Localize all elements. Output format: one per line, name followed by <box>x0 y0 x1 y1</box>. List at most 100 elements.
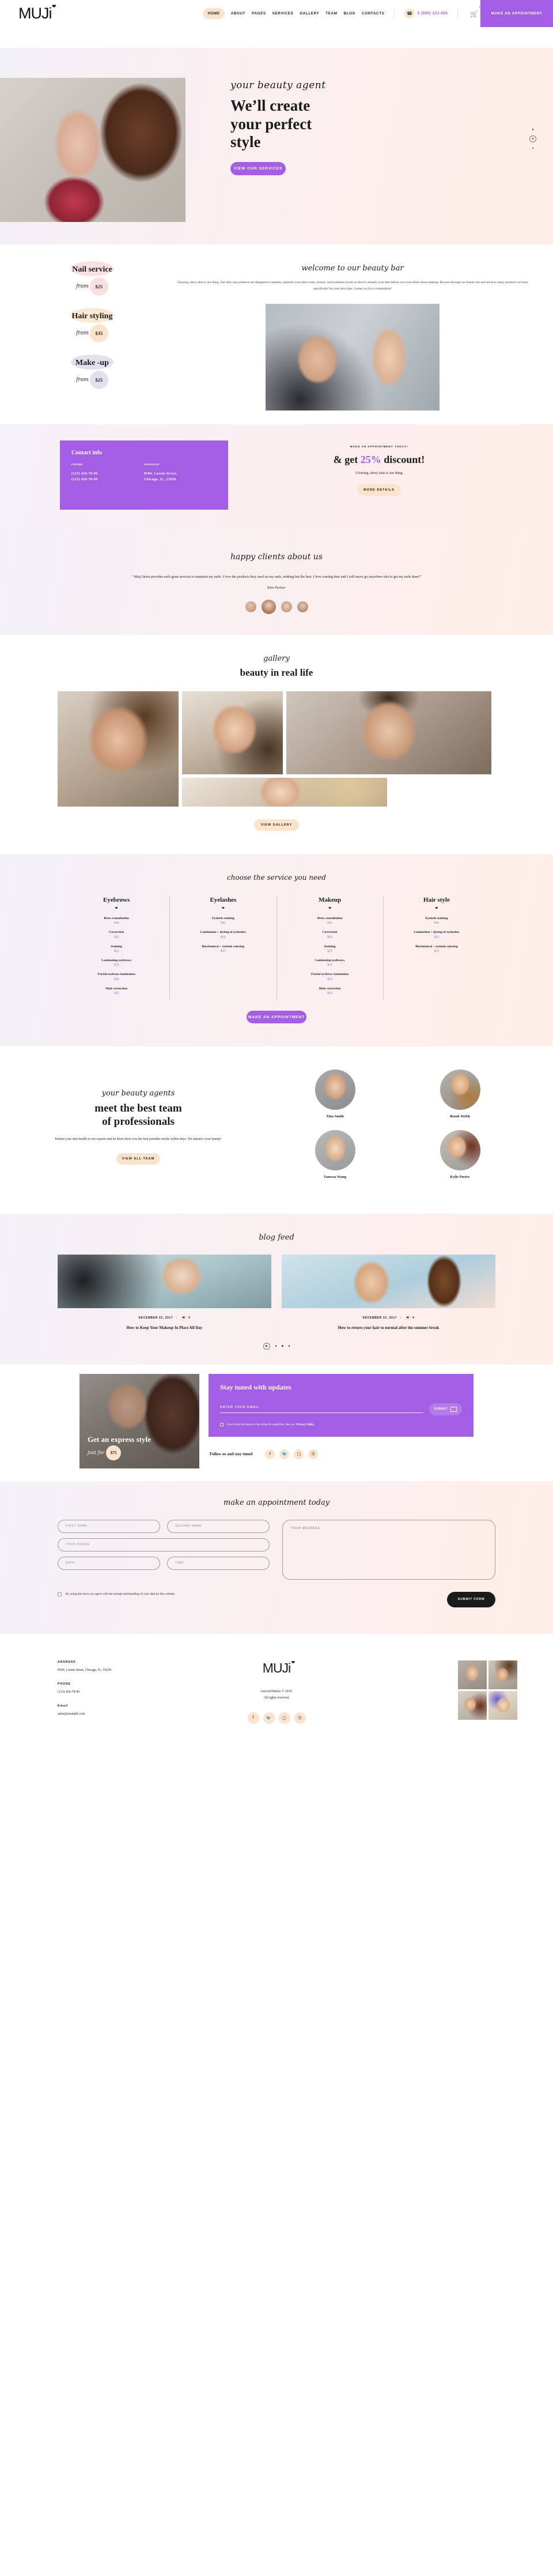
blog-dot-3[interactable] <box>282 1345 283 1347</box>
team-member[interactable]: Brook Welsh <box>402 1069 518 1127</box>
discount-cta-button[interactable]: MORE DETAILS <box>357 484 401 496</box>
footer-phone-value[interactable]: (123) 456-78-90 <box>58 1690 196 1694</box>
subscribe-row: SUBMIT <box>220 1403 462 1415</box>
service-row-price: $50 <box>113 977 119 981</box>
facebook-icon[interactable]: f <box>265 1449 275 1459</box>
nav-item-team[interactable]: TEAM <box>325 12 337 16</box>
privacy-policy-link[interactable]: Privacy Policy <box>296 1423 315 1426</box>
nav-item-contacts[interactable]: CONTACTS <box>362 12 384 16</box>
header-phone[interactable]: ☎ 0 (800) 123-456 <box>404 9 448 18</box>
hero-dot-2-active[interactable] <box>529 135 536 142</box>
blog-post[interactable]: DECEMBER 22, 2017 | ❤ 4 How to return you… <box>282 1255 495 1331</box>
hero-dot-3[interactable] <box>532 147 534 149</box>
form-row-datetime <box>58 1556 270 1570</box>
team-cta-button[interactable]: VIEW ALL TEAM <box>116 1153 160 1165</box>
site-logo[interactable]: MUJi ❤ <box>18 3 56 22</box>
contact-discount-section: Contact info PHONE (123) 456-78-90 (123)… <box>0 424 553 529</box>
subscribe-submit-button[interactable]: SUBMIT <box>429 1403 462 1415</box>
blog-dot-1-active[interactable] <box>263 1342 270 1350</box>
avatar-3[interactable] <box>281 601 292 612</box>
first-name-input[interactable] <box>58 1519 160 1533</box>
price-row-makeup: from $25 <box>12 371 173 389</box>
gallery-image-2[interactable] <box>182 691 283 774</box>
team-member[interactable]: Vanessa Wang <box>276 1130 393 1187</box>
nav-item-gallery[interactable]: GALLERY <box>300 12 319 16</box>
price-name-makeup: Make -up <box>75 359 109 367</box>
service-row-price: free <box>113 921 119 925</box>
blog-post-likes[interactable]: ❤ 0 <box>181 1315 190 1321</box>
nav-item-home[interactable]: HOME <box>203 8 225 19</box>
contact-phone-2[interactable]: (123) 456-78-90 <box>71 477 144 483</box>
blog-post-title[interactable]: How to Keep Your Makeup In Place All Day <box>58 1325 271 1331</box>
blog-post-like-count: 0 <box>188 1316 191 1320</box>
form-consent-checkbox[interactable] <box>58 1592 62 1596</box>
pinterest-icon[interactable]: Ⓥ <box>308 1449 319 1459</box>
subscribe-title: Stay tuned with updates <box>220 1383 291 1391</box>
service-column-makeup: Makeup ❤ Brow consultation free Correctio… <box>277 896 384 1001</box>
team-member-name: Kylie Porter <box>450 1175 470 1180</box>
blog-dot-4[interactable] <box>288 1345 290 1347</box>
footer-email-value[interactable]: sales@example.com <box>58 1712 196 1716</box>
hero-cta-button[interactable]: VIEW OUR SERVICES <box>230 161 286 175</box>
instagram-icon[interactable]: ▢ <box>278 1712 290 1724</box>
contact-address-1: 8500, Lorem Street, <box>144 472 178 476</box>
subscribe-terms-checkbox[interactable] <box>220 1422 224 1426</box>
gallery-image-3[interactable] <box>286 691 491 774</box>
blog-post-likes[interactable]: ❤ 4 <box>405 1315 414 1321</box>
footer-instagram-image-2[interactable] <box>488 1660 517 1689</box>
service-row: Eyelash staining free <box>177 916 269 925</box>
header-appointment-button[interactable]: MAKE AN APPOINTMENT <box>480 0 553 27</box>
footer-instagram-image-4[interactable] <box>488 1690 517 1720</box>
nav-item-services[interactable]: SERVICES <box>272 12 294 16</box>
service-row-name: Staining <box>111 944 123 948</box>
avatar-1[interactable] <box>245 601 256 612</box>
gallery-section: gallery beauty in real life VIEW GALLERY <box>0 634 553 854</box>
service-row: Staining $25 <box>70 944 162 953</box>
footer-socials: f 🐦 ▢ Ⓥ <box>196 1712 357 1724</box>
gallery-image-4[interactable] <box>182 777 387 807</box>
avatar-4[interactable] <box>297 601 308 612</box>
second-name-input[interactable] <box>167 1519 270 1533</box>
footer-instagram-image-1[interactable] <box>458 1660 487 1689</box>
team-intro: your beauty agents meet the best team of… <box>0 1069 276 1187</box>
gallery-cta-button[interactable]: VIEW GALLERY <box>254 819 299 831</box>
service-row-name: Correction <box>322 931 338 935</box>
nav-item-about[interactable]: ABOUT <box>231 12 245 16</box>
nav-item-blog[interactable]: BLOG <box>344 12 356 16</box>
hero-dot-1[interactable] <box>532 129 534 130</box>
pinterest-icon[interactable]: Ⓥ <box>294 1712 306 1724</box>
gallery-image-1[interactable] <box>58 691 179 807</box>
testimonial-author: Kim Parker <box>267 586 286 590</box>
service-table-script-heading: choose the service you need <box>227 873 326 882</box>
footer-instagram-image-3[interactable] <box>458 1690 487 1720</box>
testimonial-script-heading: happy clients about us <box>230 552 323 562</box>
twitter-icon[interactable]: 🐦 <box>279 1449 290 1459</box>
team-member[interactable]: Kylie Porter <box>402 1130 518 1187</box>
promo-card[interactable]: Get an express style just for $75 <box>79 1373 199 1468</box>
phone-icon: ☎ <box>404 9 415 18</box>
team-member[interactable]: Tina Smith <box>276 1069 393 1127</box>
submit-form-button[interactable]: SUBMIT FORM <box>447 1591 495 1607</box>
service-row-name: Biochemical + eyelash coloring <box>415 944 458 948</box>
blog-post-title[interactable]: How to return your hair to normal after … <box>282 1325 495 1331</box>
instagram-icon[interactable]: ▢ <box>294 1449 304 1459</box>
time-input[interactable] <box>167 1556 270 1570</box>
contact-phone-1[interactable]: (123) 456-78-90 <box>71 471 144 477</box>
blog-post[interactable]: DECEMBER 22, 2017 | ❤ 0 How to Keep Your … <box>58 1255 271 1331</box>
blog-dot-2[interactable] <box>275 1345 277 1347</box>
service-table-cta-button[interactable]: MAKE AN APPOINTMENT <box>247 1011 306 1024</box>
service-row-name: Male correction <box>319 986 341 991</box>
cart-count: 0 <box>479 5 481 9</box>
twitter-icon[interactable]: 🐦 <box>263 1712 275 1724</box>
message-textarea[interactable] <box>282 1519 495 1580</box>
avatar-2-active[interactable] <box>261 599 276 614</box>
subscribe-email-input[interactable] <box>220 1405 423 1413</box>
cart-button[interactable]: 🛒 0 <box>470 5 481 19</box>
service-row-name: Laminating eyebrows <box>315 959 345 962</box>
nav-item-pages[interactable]: PAGES <box>252 12 266 16</box>
footer-logo[interactable]: MUJi ❤ <box>263 1660 295 1676</box>
date-input[interactable] <box>58 1556 160 1570</box>
facebook-icon[interactable]: f <box>247 1712 259 1724</box>
phone-input[interactable] <box>58 1538 270 1551</box>
hero-kicker: your beauty agent <box>230 80 326 91</box>
